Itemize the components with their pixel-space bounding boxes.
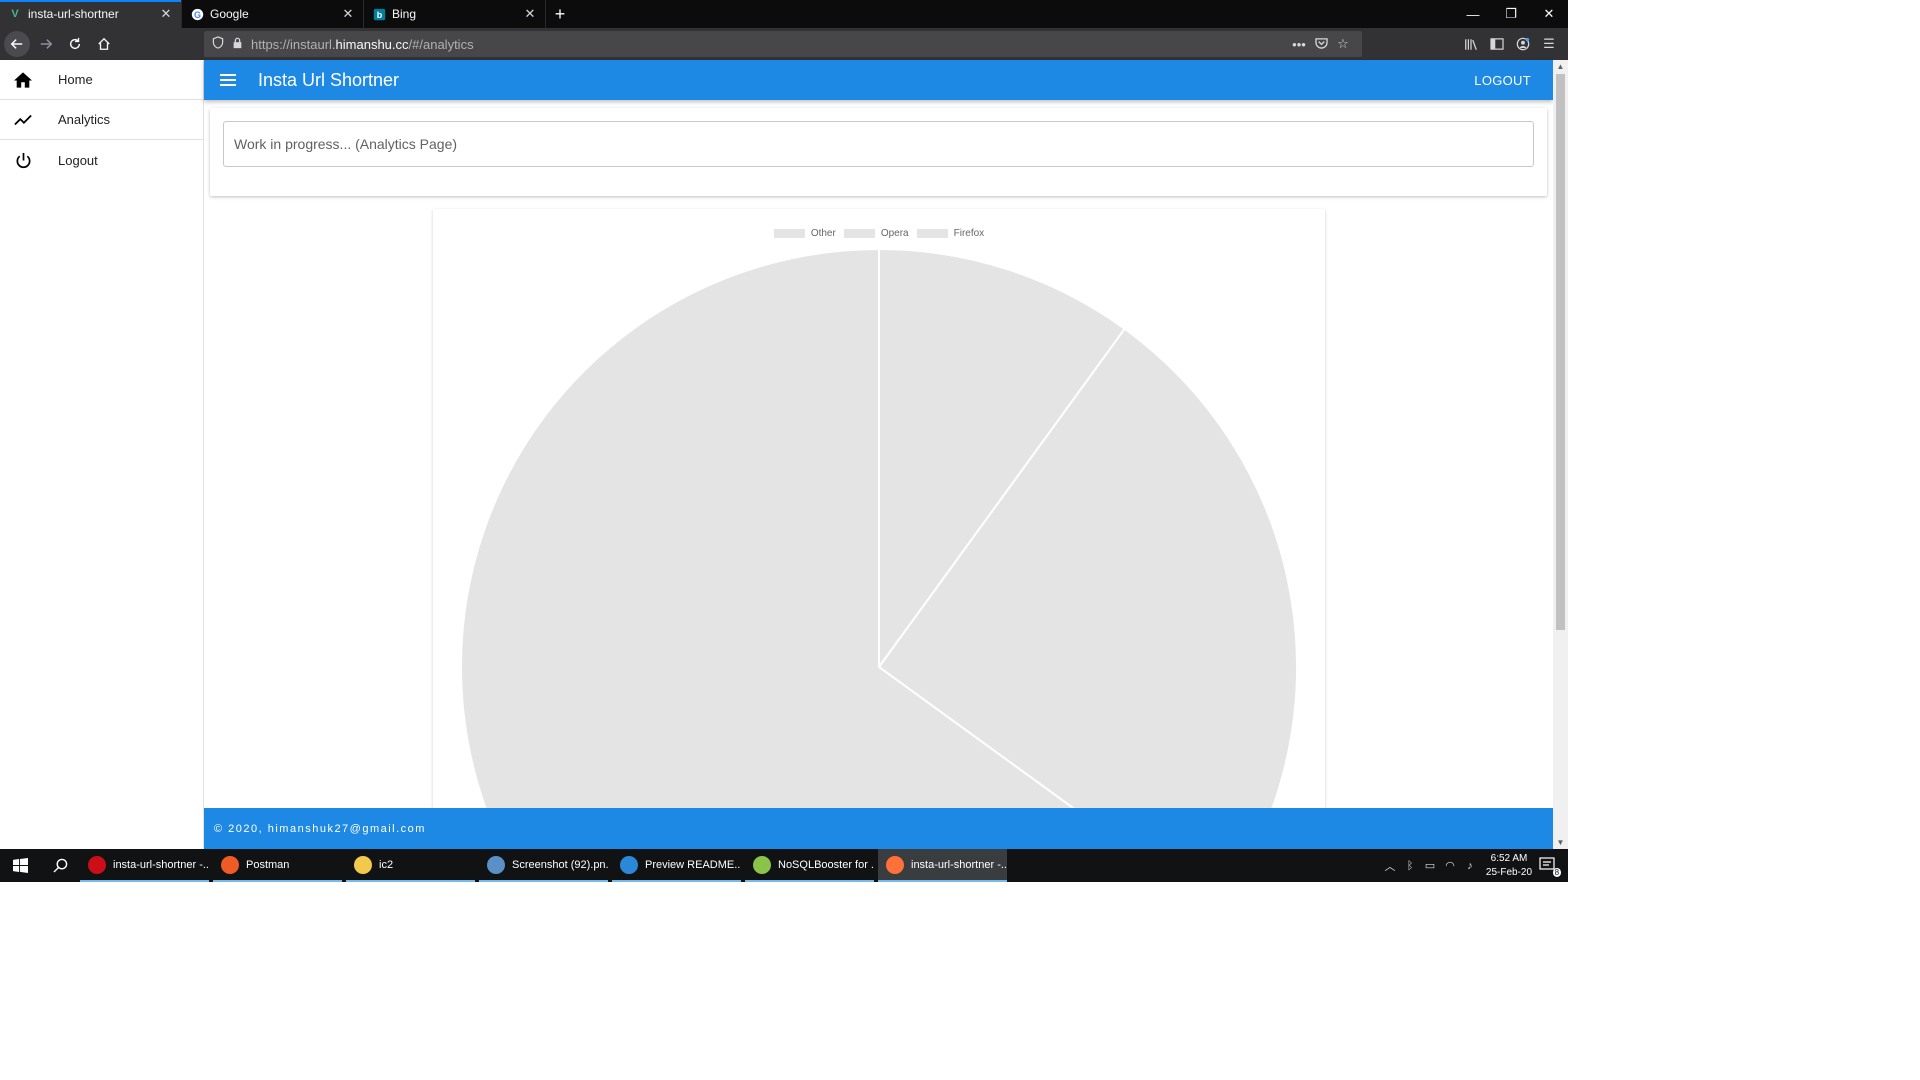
url-host: himanshu.cc (335, 36, 409, 52)
tab-bing[interactable]: b Bing ✕ (364, 0, 546, 28)
taskbar-app[interactable]: Preview README.... (612, 849, 741, 882)
footer-text: © 2020, himanshuk27@gmail.com (214, 822, 426, 835)
wip-message: Work in progress... (Analytics Page) (223, 121, 1534, 167)
windows-start-icon[interactable] (0, 849, 40, 882)
taskbar-app-label: Postman (246, 858, 290, 871)
tab-title: insta-url-shortner (28, 7, 119, 21)
taskbar-app[interactable]: Screenshot (92).pn... (479, 849, 608, 882)
app-icon (620, 855, 638, 874)
forward-arrow-icon[interactable] (33, 31, 59, 57)
logout-button[interactable]: LOGOUT (1474, 73, 1531, 88)
taskbar-app[interactable]: Postman (213, 849, 342, 882)
app-icon (886, 855, 904, 874)
url-prefix: https://instaurl. (251, 36, 336, 52)
svg-text:G: G (194, 9, 201, 19)
volume-icon[interactable]: ♪ (1460, 860, 1480, 872)
trending-icon (0, 114, 58, 126)
svg-text:b: b (376, 10, 382, 20)
app-title: Insta Url Shortner (258, 69, 400, 90)
bookmark-star-icon[interactable]: ☆ (1332, 36, 1354, 52)
taskbar-app-label: Preview README.... (645, 858, 741, 871)
bluetooth-icon[interactable]: ᛒ (1400, 860, 1420, 872)
lock-icon[interactable] (232, 37, 243, 52)
taskbar-app[interactable]: NoSQLBooster for ... (745, 849, 874, 882)
sidebar-item-analytics[interactable]: Analytics (0, 100, 203, 140)
restore-icon[interactable]: ❐ (1492, 0, 1530, 28)
home-icon (0, 71, 58, 88)
scrollbar-thumb[interactable] (1556, 74, 1565, 630)
windows-taskbar: insta-url-shortner -... Postman ic2 Screens… (0, 849, 1568, 882)
system-tray: ︿ ᛒ ▭ ◠ ♪ 6:52 AM 25-Feb-20 8 (1380, 849, 1568, 882)
app-icon (354, 855, 372, 874)
tab-google[interactable]: G Google ✕ (182, 0, 364, 28)
more-actions-icon[interactable]: ••• (1288, 37, 1310, 52)
tab-title: Bing (392, 7, 417, 21)
minimize-icon[interactable]: — (1454, 0, 1492, 28)
window-controls: — ❐ ✕ (1454, 0, 1568, 28)
sidebar-item-logout[interactable]: Logout (0, 140, 203, 180)
app-icon (487, 855, 505, 874)
app-icon (88, 855, 106, 874)
notification-count: 8 (1552, 867, 1562, 877)
notification-icon[interactable]: 8 (1538, 856, 1568, 877)
sidebar-item-label: Home (58, 72, 93, 87)
footer: © 2020, himanshuk27@gmail.com (204, 808, 1553, 849)
chevron-up-icon[interactable]: ︿ (1380, 858, 1400, 874)
taskbar-app-label: insta-url-shortner -... (911, 858, 1007, 871)
new-tab-button[interactable]: + (546, 0, 574, 28)
sidebar-item-home[interactable]: Home (0, 60, 203, 100)
close-icon[interactable]: ✕ (159, 6, 173, 22)
taskbar-app-label: ic2 (379, 858, 394, 871)
wifi-icon[interactable]: ◠ (1440, 859, 1460, 872)
pocket-icon[interactable] (1310, 37, 1332, 52)
shield-icon[interactable] (212, 36, 224, 52)
sidebar-item-label: Logout (58, 152, 98, 168)
page-scrollbar[interactable]: ▲ ▼ (1553, 60, 1568, 849)
clock-date: 25-Feb-20 (1485, 866, 1533, 878)
power-icon (0, 152, 58, 169)
url-bar[interactable]: https://instaurl. himanshu.cc/#/analytics… (204, 31, 1362, 57)
browser-nav-bar: https://instaurl. himanshu.cc/#/analytics… (0, 28, 1568, 60)
close-window-icon[interactable]: ✕ (1530, 0, 1568, 28)
battery-icon[interactable]: ▭ (1420, 859, 1440, 872)
app-toolbar: Insta Url Shortner LOGOUT (204, 60, 1553, 100)
pie-chart-card: Other Opera Firefox (433, 209, 1325, 809)
tab-insta-url-shortner[interactable]: V insta-url-shortner ✕ (0, 0, 182, 28)
account-icon[interactable] (1510, 31, 1536, 57)
close-icon[interactable]: ✕ (523, 6, 537, 22)
taskbar-app[interactable]: ic2 (346, 849, 475, 882)
taskbar-app[interactable]: insta-url-shortner -... (878, 849, 1007, 882)
taskbar-app-label: Screenshot (92).pn... (512, 858, 608, 871)
google-icon: G (190, 7, 204, 21)
tab-title: Google (210, 7, 249, 21)
search-icon[interactable] (40, 849, 80, 882)
home-icon[interactable] (91, 31, 117, 57)
library-icon[interactable] (1458, 31, 1484, 57)
taskbar-app[interactable]: insta-url-shortner -... (80, 849, 209, 882)
toolbar-right: ☰ (1458, 31, 1562, 57)
bing-icon: b (372, 7, 386, 21)
taskbar-app-label: NoSQLBooster for ... (778, 858, 874, 871)
url-suffix: /#/analytics (408, 36, 474, 52)
app-icon (221, 855, 239, 874)
navigation-drawer: Home Analytics Logout (0, 60, 204, 849)
vue-icon: V (11, 8, 19, 20)
clock-time: 6:52 AM (1490, 852, 1528, 864)
taskbar-apps: insta-url-shortner -... Postman ic2 Screens… (80, 849, 1011, 882)
info-card: Work in progress... (Analytics Page) (210, 108, 1547, 196)
back-arrow-icon[interactable] (4, 31, 30, 57)
taskbar-app-label: insta-url-shortner -... (113, 858, 209, 871)
clock[interactable]: 6:52 AM 25-Feb-20 (1480, 852, 1538, 880)
menu-icon[interactable]: ☰ (1536, 31, 1562, 57)
sidebar-toggle-icon[interactable] (1484, 31, 1510, 57)
scroll-down-arrow-icon[interactable]: ▼ (1553, 838, 1568, 847)
scroll-up-arrow-icon[interactable]: ▲ (1553, 62, 1568, 71)
pie-chart (460, 247, 1298, 809)
hamburger-menu-icon[interactable] (204, 74, 252, 86)
close-icon[interactable]: ✕ (341, 6, 355, 22)
browser-tab-bar: V insta-url-shortner ✕ G Google ✕ b Bing… (0, 0, 1568, 28)
reload-icon[interactable] (62, 31, 88, 57)
sidebar-item-label: Analytics (58, 112, 111, 127)
app-icon (753, 855, 771, 874)
